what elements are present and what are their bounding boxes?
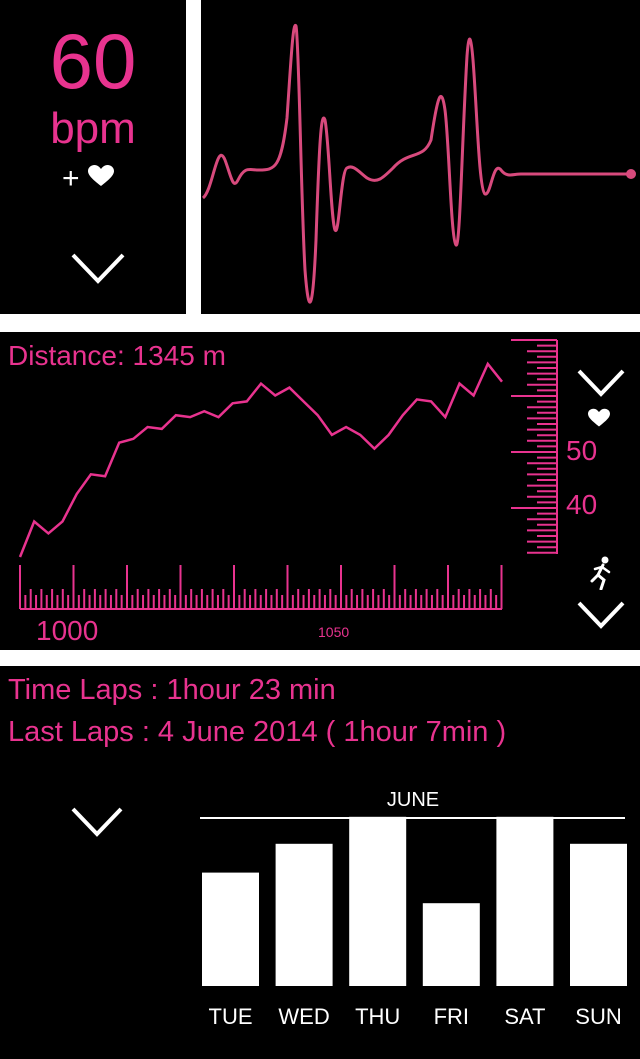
right-scale-ruler <box>511 339 558 554</box>
distance-label: Distance: 1345 m <box>8 340 226 371</box>
bar-tue <box>202 872 259 986</box>
chevron-down-icon[interactable] <box>70 252 126 286</box>
scale-label: 40 <box>566 489 597 520</box>
ecg-panel <box>201 0 640 314</box>
distance-chart: 1000 1050 50 40 <box>18 339 597 646</box>
distance-panel: 1000 1050 50 40 <box>0 332 640 650</box>
add-heart-button[interactable]: + <box>62 162 114 196</box>
bar-label: THU <box>355 1004 400 1029</box>
chevron-down-icon[interactable] <box>576 600 626 630</box>
bar-label: TUE <box>209 1004 253 1029</box>
heart-icon <box>588 408 610 427</box>
scale-label: 50 <box>566 435 597 466</box>
chevron-down-icon[interactable] <box>576 368 626 398</box>
x-tick-label: 1000 <box>36 615 98 646</box>
last-laps-text: Last Laps : 4 June 2014 ( 1hour 7min ) <box>8 716 507 748</box>
x-axis-ruler <box>19 565 503 610</box>
bar-label: FRI <box>434 1004 469 1029</box>
runner-icon <box>590 556 611 590</box>
bar-thu <box>349 816 407 986</box>
ecg-waveform <box>201 23 636 304</box>
bpm-unit: bpm <box>50 104 136 153</box>
x-tick-label: 1050 <box>318 624 349 640</box>
bar-label: SUN <box>575 1004 621 1029</box>
distance-trend-line <box>18 361 503 558</box>
time-laps-text: Time Laps : 1hour 23 min <box>8 674 336 706</box>
bar-sun <box>570 843 627 986</box>
bpm-value: 60 <box>49 17 137 105</box>
bar-sat <box>496 816 554 986</box>
chart-title: JUNE <box>387 789 439 811</box>
heart-icon <box>87 165 114 186</box>
bar-label: WED <box>278 1004 329 1029</box>
bar-label: SAT <box>504 1004 545 1029</box>
bar-wed <box>275 843 333 986</box>
bar-fri <box>422 903 480 986</box>
plus-symbol: + <box>62 162 80 195</box>
heart-rate-panel: 60 bpm + <box>0 0 186 314</box>
